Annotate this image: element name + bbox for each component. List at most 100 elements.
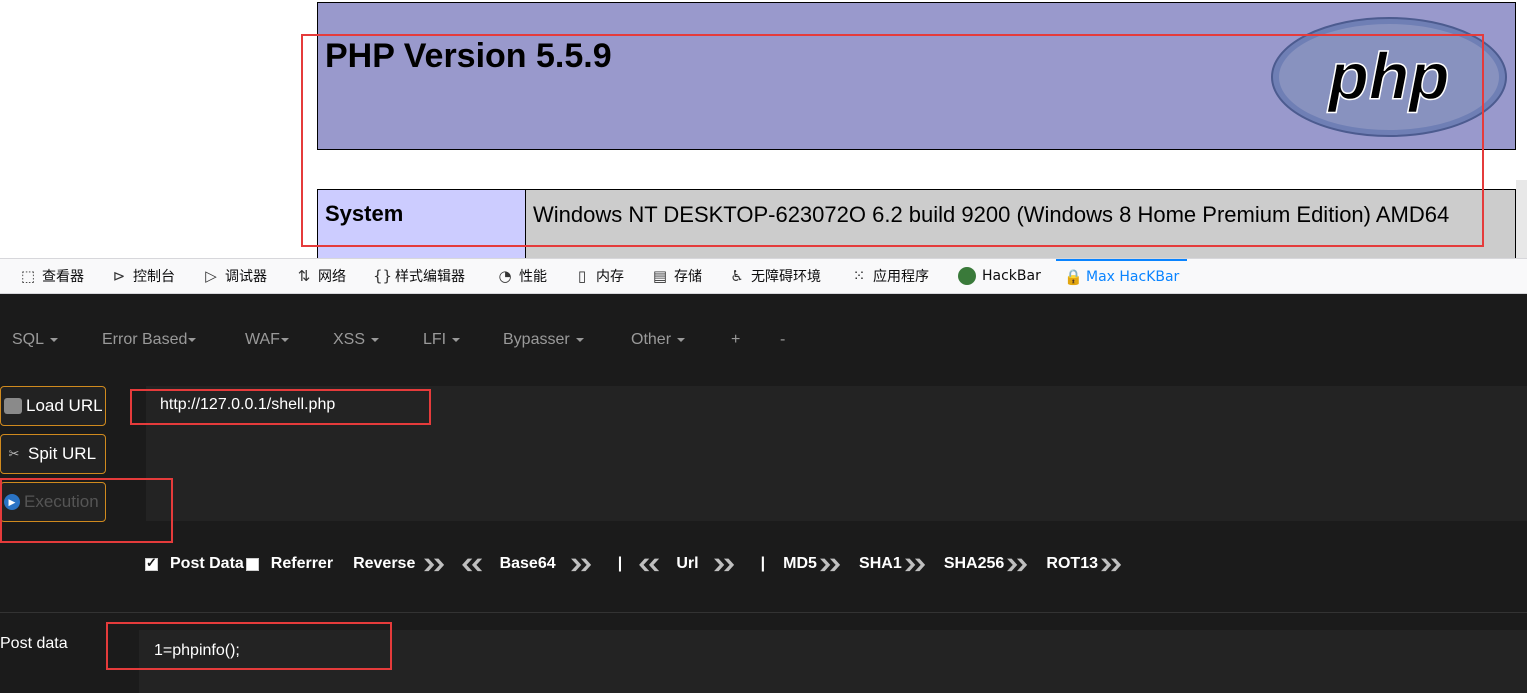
chevron-down-icon [452,337,461,342]
menu-other[interactable]: Other [631,331,686,349]
tab-performance[interactable]: ◔ 性能 [497,259,547,293]
tab-label: 性能 [519,269,547,285]
tab-memory[interactable]: ▯ 内存 [574,259,624,293]
chevron-right-icon: ❯❯ [818,557,842,571]
menu-label: Other [631,331,672,348]
phpinfo-page: PHP Version 5.5.9 php System Windows NT … [0,0,1527,258]
reverse-button[interactable]: Reverse [353,555,415,573]
post-data-option-label: Post Data [170,555,244,572]
menu-remove-tab[interactable]: - [780,331,785,349]
load-url-button[interactable]: Load URL [0,386,106,426]
menu-label: Error Based [102,331,188,348]
chevron-down-icon [371,337,380,342]
php-header-banner: PHP Version 5.5.9 php [317,2,1516,150]
page-scrollbar[interactable] [1516,180,1527,258]
php-logo-text: php [1327,39,1450,113]
chevron-right-icon: ❯❯ [1005,557,1029,571]
max-hackbar-panel: SQL Error Based WAF XSS LFI Bypasser Oth… [0,294,1527,693]
rot13-button[interactable]: ROT13 [1046,555,1098,573]
split-url-button[interactable]: ✂ Spit URL [0,434,106,474]
post-data-label: Post data [0,635,68,652]
console-icon: ⊳ [112,267,126,285]
tab-application[interactable]: ⁙ 应用程序 [851,259,929,293]
hackbar-menu: SQL Error Based WAF XSS LFI Bypasser Oth… [0,294,1527,386]
tab-accessibility[interactable]: ♿ 无障碍环境 [729,259,821,293]
tab-inspector[interactable]: ⬚ 查看器 [20,259,84,293]
separator: | [617,555,623,572]
menu-label: SQL [12,331,45,348]
load-url-label: Load URL [26,396,103,415]
chevron-down-icon [677,337,686,342]
system-value: Windows NT DESKTOP-623072O 6.2 build 920… [526,190,1515,258]
menu-waf[interactable]: WAF [245,331,289,349]
tab-hackbar[interactable]: HackBar [958,259,1041,293]
tab-storage[interactable]: ▤ 存储 [652,259,702,293]
base64-button[interactable]: Base64 [500,555,556,573]
menu-label: XSS [333,331,366,348]
tab-label: 应用程序 [873,269,929,285]
menu-lfi[interactable]: LFI [423,331,461,349]
max-hackbar-icon: 🔒 [1064,268,1083,286]
tab-max-hackbar[interactable]: 🔒 Max HacKBar [1056,259,1188,293]
tab-label: 样式编辑器 [395,269,465,285]
tab-label: HackBar [982,268,1041,284]
menu-xss[interactable]: XSS [333,331,380,349]
style-editor-icon: {} [373,267,393,285]
post-data-textarea[interactable]: 1=phpinfo(); [139,630,1527,693]
chevron-down-icon [280,337,289,342]
menu-label: + [731,331,741,348]
devtools-tab-bar: ⬚ 查看器 ⊳ 控制台 ▷ 调试器 ⇅ 网络 {} 样式编辑器 ◔ 性能 ▯ 内… [0,258,1527,294]
chevron-left-icon: ❮❮ [637,557,661,571]
chevron-down-icon [50,337,59,342]
tab-network[interactable]: ⇅ 网络 [296,259,346,293]
menu-label: - [780,331,786,348]
tab-debugger[interactable]: ▷ 调试器 [203,259,267,293]
url-encode-button[interactable]: Url [676,555,698,573]
post-data-value: 1=phpinfo(); [154,642,240,659]
sha256-button[interactable]: SHA256 [944,555,1004,573]
chevron-down-icon [188,337,197,342]
menu-error-based[interactable]: Error Based [102,331,197,349]
chevron-right-icon: ❯❯ [902,557,927,571]
execution-label: Execution [24,492,99,511]
php-logo-icon: php [1271,17,1507,137]
menu-add-tab[interactable]: + [731,331,740,349]
execution-button[interactable]: ▶ Execution [0,482,106,522]
php-version-title: PHP Version 5.5.9 [325,37,612,75]
debugger-icon: ▷ [205,267,217,285]
chevron-right-icon: ❯❯ [568,557,593,571]
post-data-checkbox[interactable] [145,555,158,571]
tab-label: 网络 [318,269,346,285]
hackbar-icon [958,267,976,285]
inspector-icon: ⬚ [20,267,36,285]
split-url-icon: ✂ [8,446,20,461]
menu-label: LFI [423,331,447,348]
chevron-left-icon: ❮❮ [460,557,485,571]
application-icon: ⁙ [852,267,866,285]
performance-icon: ◔ [498,267,512,285]
memory-icon: ▯ [577,267,587,285]
tab-label: 无障碍环境 [751,269,821,285]
options-row: Post Data Referrer Reverse ❯❯ ❮❮ Base64 … [145,552,1123,576]
referrer-option-label: Referrer [270,555,334,572]
menu-label: Bypasser [503,331,570,348]
separator: | [760,555,766,572]
network-icon: ⇅ [297,267,311,285]
tab-console[interactable]: ⊳ 控制台 [111,259,175,293]
tab-style-editor[interactable]: {} 样式编辑器 [373,259,465,293]
storage-icon: ▤ [652,267,668,285]
md5-button[interactable]: MD5 [783,555,817,573]
tab-label: 调试器 [225,269,267,285]
tab-label: 内存 [596,269,624,285]
menu-bypasser[interactable]: Bypasser [503,331,584,349]
url-textarea[interactable]: http://127.0.0.1/shell.php [146,386,1527,521]
system-row: System Windows NT DESKTOP-623072O 6.2 bu… [317,189,1516,258]
sha1-button[interactable]: SHA1 [859,555,902,573]
load-url-icon [4,398,22,414]
tab-label: 控制台 [133,269,175,285]
referrer-checkbox[interactable] [245,557,259,571]
menu-sql[interactable]: SQL [12,331,59,349]
menu-label: WAF [245,331,280,348]
system-key: System [318,190,526,258]
play-icon: ▶ [4,494,20,510]
